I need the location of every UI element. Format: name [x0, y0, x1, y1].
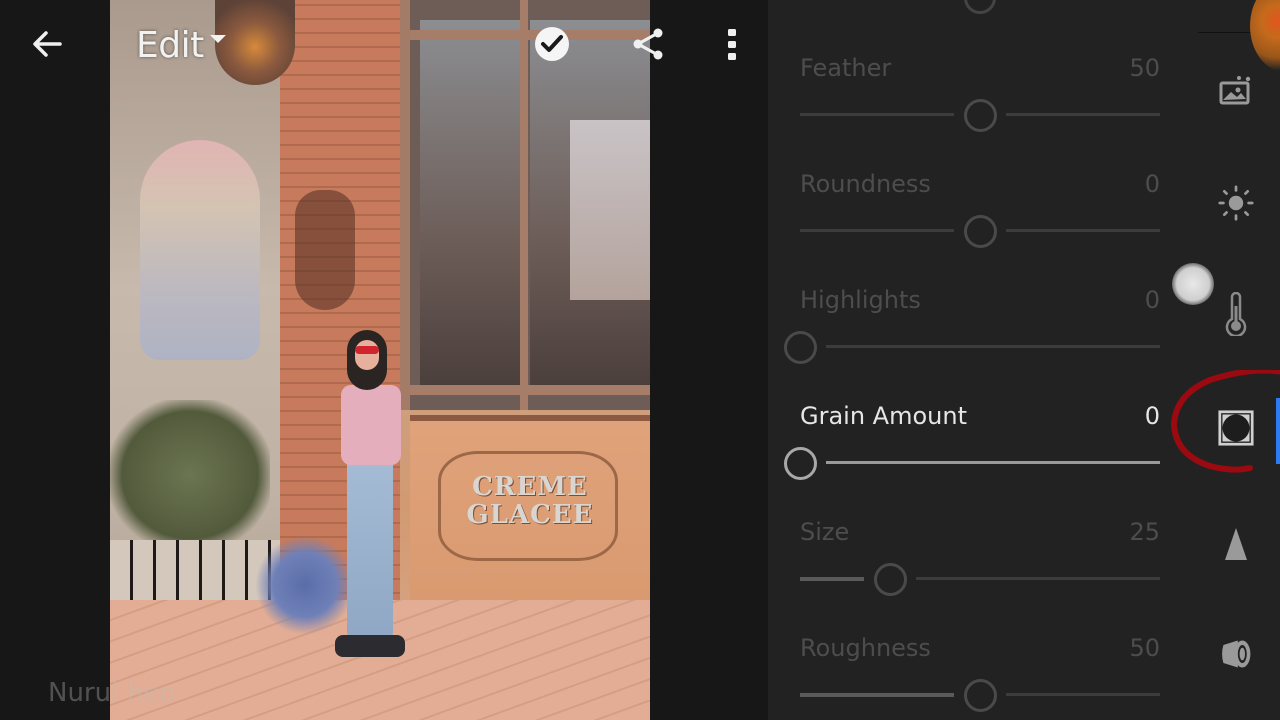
slider-track-left	[800, 577, 864, 581]
tool-rail	[1188, 0, 1280, 720]
rail-item-auto[interactable]	[1218, 72, 1254, 108]
slider-track-right	[1006, 113, 1160, 116]
sign-text: CREME GLACEE	[410, 473, 650, 529]
slider-value: 25	[1129, 518, 1160, 546]
image-sparkle-icon	[1219, 76, 1251, 105]
slider-label: Feather	[800, 54, 892, 82]
mode-dropdown[interactable]: Edit	[136, 22, 226, 68]
photo-lamp-shadow	[295, 190, 355, 310]
sign-line-2: GLACEE	[466, 500, 594, 530]
slider-label: Roughness	[800, 634, 931, 662]
touch-indicator	[1172, 263, 1214, 305]
previous-slider-thumb[interactable]	[964, 0, 996, 14]
slider-label: Highlights	[800, 286, 921, 314]
rail-item-effects[interactable]	[1218, 410, 1254, 446]
slider-thumb[interactable]	[784, 331, 817, 364]
slider-thumb[interactable]	[874, 563, 907, 596]
share-button[interactable]	[628, 24, 668, 64]
more-vertical-icon	[728, 29, 736, 60]
slider-value: 50	[1129, 54, 1160, 82]
slider-track-left	[800, 693, 954, 697]
slider-track[interactable]	[800, 99, 1160, 132]
slider-track-right	[826, 461, 1160, 464]
edited-photo[interactable]: CREME GLACEE	[110, 0, 650, 720]
slider-label: Size	[800, 518, 850, 546]
rail-item-light[interactable]	[1218, 185, 1254, 221]
done-button[interactable]	[532, 24, 572, 64]
photo-plants	[110, 400, 270, 550]
slider-track[interactable]	[784, 331, 1160, 364]
slider-value: 0	[1144, 170, 1160, 198]
back-button[interactable]	[22, 22, 74, 66]
more-options-button[interactable]	[716, 22, 748, 66]
slider-track[interactable]	[800, 679, 1160, 712]
slider-label: Roundness	[800, 170, 931, 198]
vignette-square-icon	[1218, 410, 1254, 446]
check-circle-icon	[535, 27, 569, 61]
rail-divider	[1198, 32, 1258, 33]
rail-active-indicator	[1276, 398, 1280, 464]
slider-label: Grain Amount	[800, 402, 967, 430]
effects-panel: Feather 50 Roundness 0 Highlights 0 Grain Amou…	[768, 0, 1188, 720]
photo-person	[335, 330, 405, 685]
share-icon	[633, 28, 663, 60]
rail-item-optics[interactable]	[1218, 636, 1254, 672]
slider-track[interactable]	[800, 215, 1160, 248]
slider-thumb[interactable]	[964, 215, 997, 248]
rail-item-detail[interactable]	[1218, 526, 1254, 562]
slider-thumb[interactable]	[964, 679, 997, 712]
sign-line-1: CREME	[472, 472, 588, 502]
photo-window	[400, 0, 650, 410]
slider-thumb[interactable]	[964, 99, 997, 132]
triangle-icon	[1225, 528, 1247, 560]
slider-track-right	[1006, 229, 1160, 232]
slider-track[interactable]	[784, 447, 1160, 480]
slider-track-left	[800, 229, 954, 232]
slider-track-left	[800, 113, 954, 116]
watermark: Nurul hep	[48, 678, 176, 708]
slider-track-right	[1006, 693, 1160, 696]
thermometer-icon	[1225, 292, 1247, 336]
photo-mural	[140, 140, 260, 360]
slider-value: 0	[1144, 402, 1160, 430]
slider-value: 50	[1129, 634, 1160, 662]
rail-item-color[interactable]	[1218, 292, 1254, 336]
arrow-left-icon	[33, 31, 62, 57]
caret-down-icon	[209, 35, 226, 43]
photo-canvas-area: CREME GLACEE Nurul hep	[0, 0, 768, 720]
sun-icon	[1218, 185, 1254, 221]
slider-track[interactable]	[800, 563, 1160, 596]
slider-track-right	[826, 345, 1160, 348]
slider-thumb[interactable]	[784, 447, 817, 480]
lens-icon	[1222, 640, 1251, 668]
photo-lamp	[215, 0, 295, 85]
photo-sign-board: CREME GLACEE	[410, 415, 650, 605]
slider-value: 0	[1144, 286, 1160, 314]
mode-label: Edit	[136, 24, 204, 66]
slider-track-right	[916, 577, 1160, 580]
